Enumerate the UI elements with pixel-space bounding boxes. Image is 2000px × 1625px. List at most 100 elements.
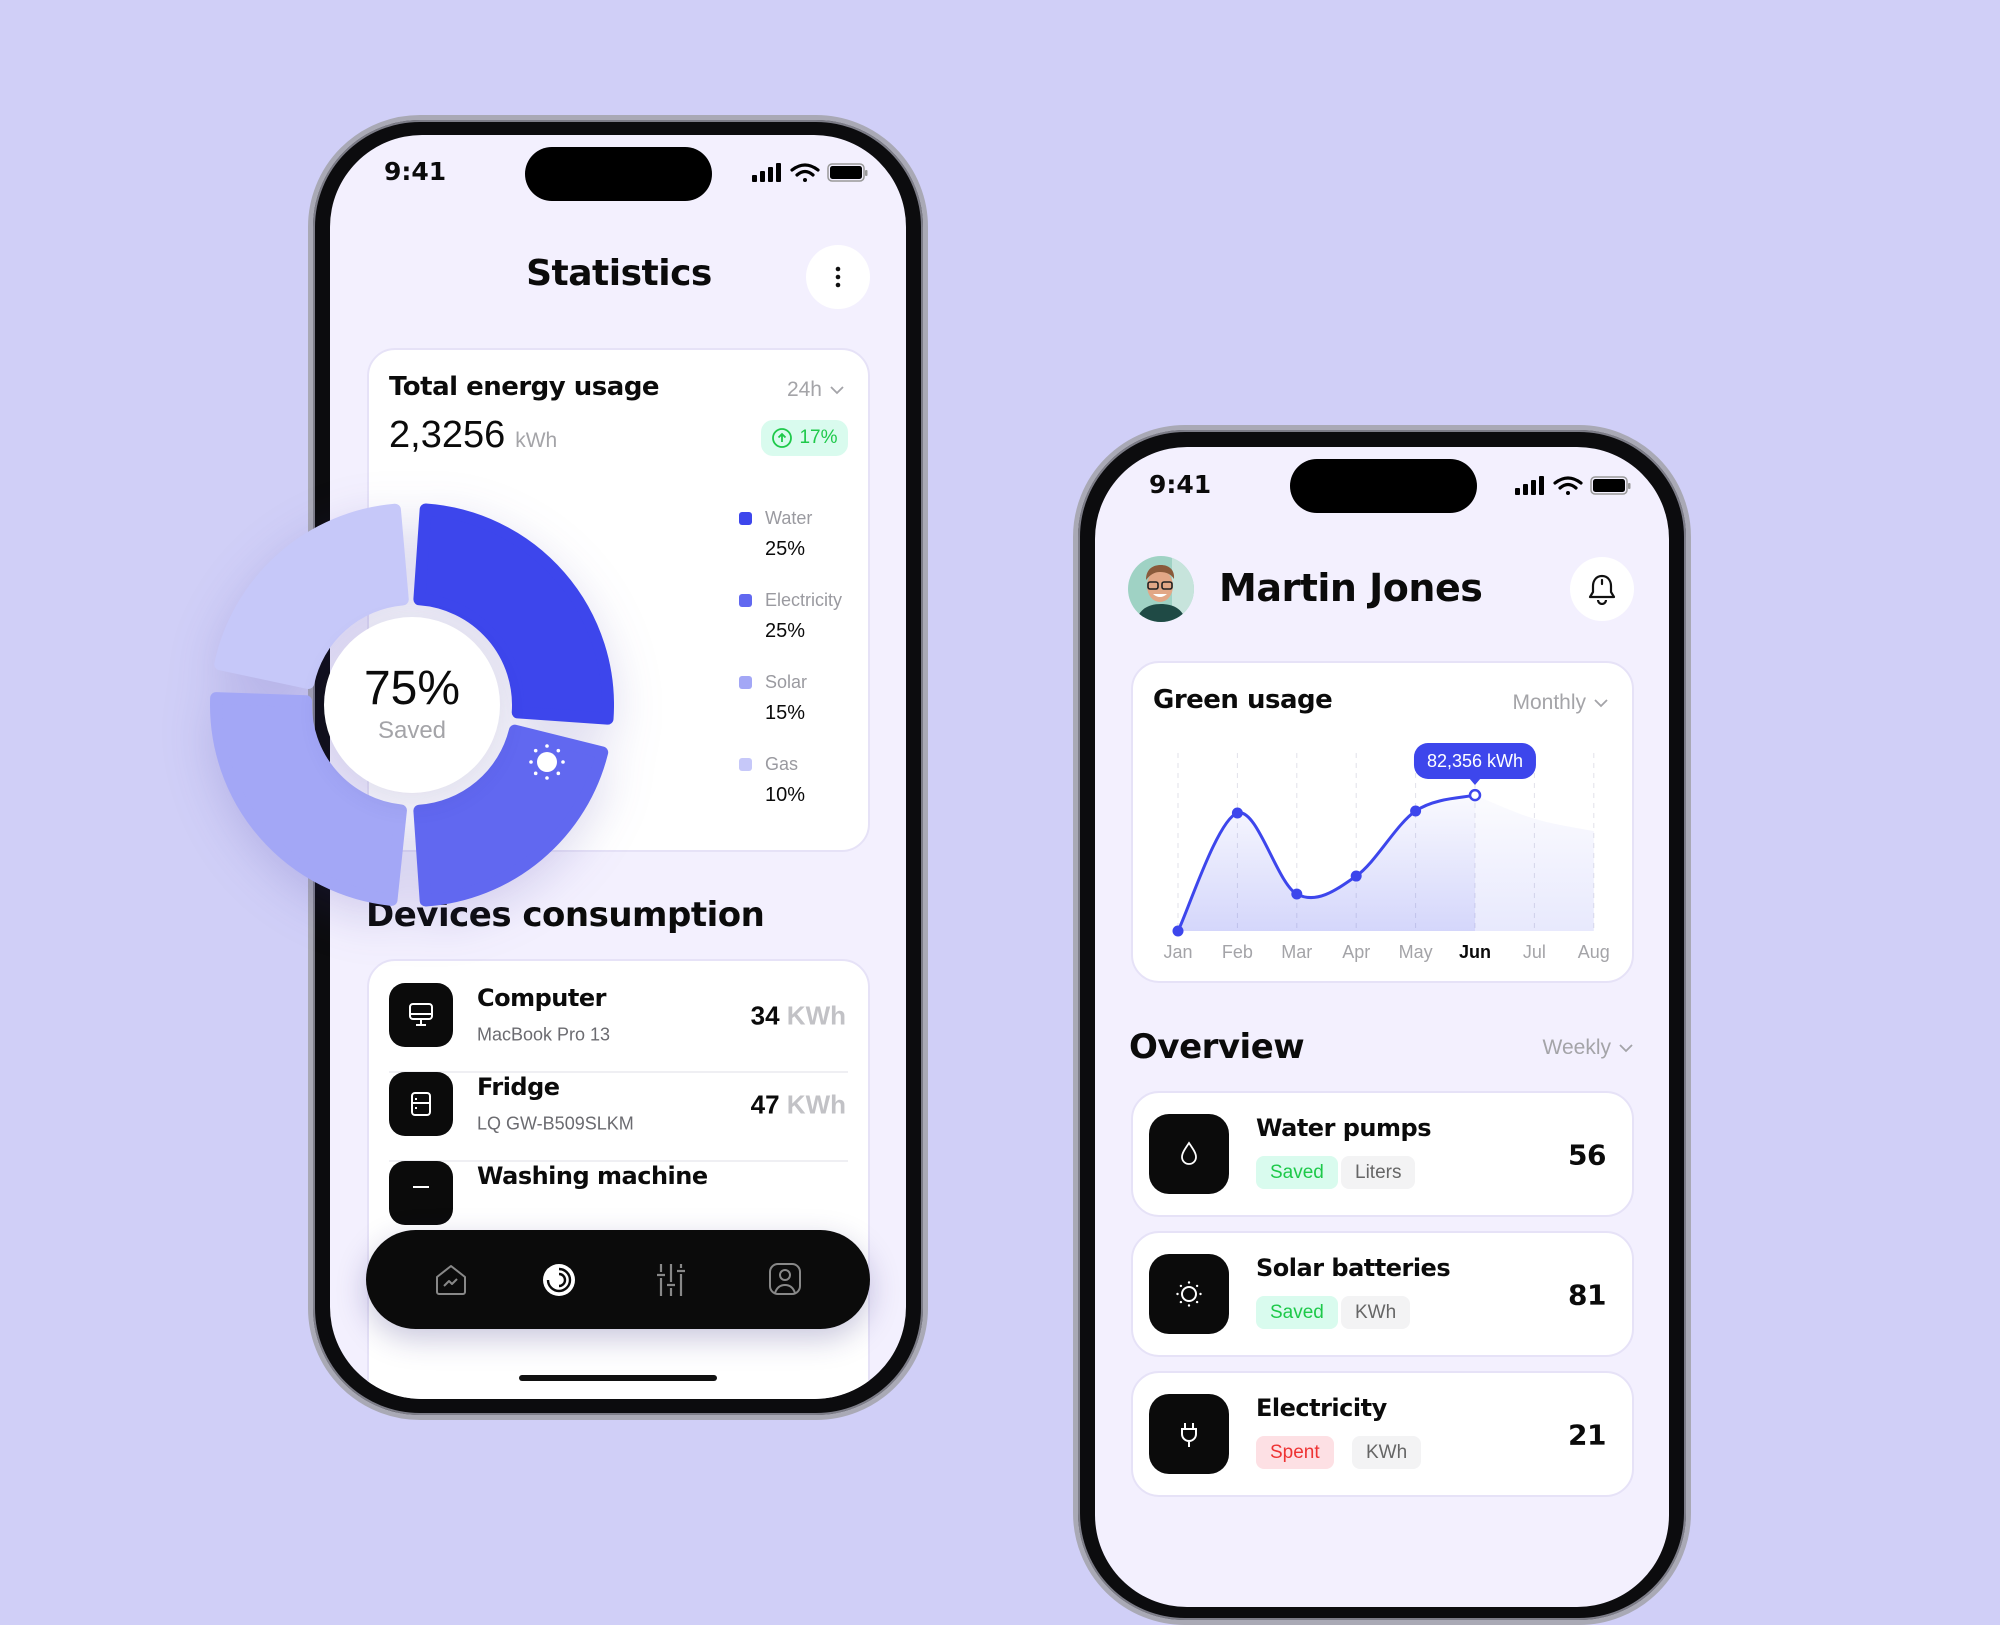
- donut-label: Saved: [377, 717, 447, 744]
- legend-label: Solar: [765, 672, 808, 692]
- overview-item[interactable]: Solar batteries Saved KWh 81: [1131, 1231, 1634, 1357]
- data-point-feb[interactable]: [1231, 807, 1243, 819]
- signal-icon: [1515, 476, 1544, 495]
- overview-icon-box: [1149, 1114, 1229, 1194]
- dynamic-island: [1290, 459, 1477, 513]
- x-tick-label: Jan: [1163, 942, 1192, 962]
- device-icon-box: [389, 1072, 453, 1136]
- more-button[interactable]: [806, 245, 870, 309]
- data-point-mar[interactable]: [1291, 888, 1303, 900]
- devices-card: Computer MacBook Pro 13 34 KWh Fridge LQ G…: [367, 959, 870, 1399]
- sun-icon: [1176, 1281, 1202, 1307]
- chevron-down-icon: [1619, 1043, 1633, 1052]
- overview-value: 21: [1568, 1418, 1606, 1452]
- legend-label: Electricity: [765, 590, 843, 610]
- energy-unit: kWh: [515, 429, 558, 452]
- status-badge: Spent: [1256, 1436, 1334, 1469]
- signal-icon: [752, 163, 781, 182]
- overview-value: 56: [1568, 1138, 1606, 1172]
- tooltip-arrow: [1469, 778, 1481, 786]
- home-indicator: [519, 1375, 717, 1381]
- battery-icon: [1590, 476, 1631, 495]
- overview-title: Overview: [1129, 1027, 1305, 1067]
- device-model: MacBook Pro 13: [477, 1024, 611, 1045]
- period-dropdown[interactable]: 24h: [787, 378, 844, 402]
- overview-name: Water pumps: [1256, 1114, 1432, 1142]
- avatar[interactable]: [1128, 556, 1194, 622]
- unit-badge: KWh: [1352, 1436, 1422, 1469]
- nav-home-chart[interactable]: [434, 1263, 468, 1297]
- data-point-may[interactable]: [1410, 805, 1422, 817]
- home-screen: 9:41 Martin Jones Green usage Monthly Ja…: [1095, 447, 1669, 1607]
- device-name: Fridge: [477, 1073, 560, 1101]
- x-tick-label: Jun: [1459, 942, 1491, 962]
- change-value: 17%: [799, 427, 838, 448]
- tooltip-value: 82,356 kWh: [1426, 750, 1524, 771]
- green-usage-chart: Jan Feb Mar Apr May Jun Jul Aug: [1163, 753, 1610, 962]
- change-badge: 17%: [761, 420, 848, 456]
- wifi-icon: [1553, 476, 1583, 495]
- status-icons: [752, 163, 868, 182]
- energy-value: 2,3256: [389, 414, 506, 456]
- device-value: 47: [750, 1089, 780, 1120]
- overview-item[interactable]: Electricity Spent KWh 21: [1131, 1371, 1634, 1497]
- status-badge: Saved: [1256, 1156, 1338, 1189]
- device-icon-box: [389, 983, 453, 1047]
- chevron-down-icon: [830, 385, 844, 394]
- x-tick-label: Feb: [1222, 942, 1253, 962]
- data-point-jun[interactable]: [1468, 788, 1482, 802]
- legend-label: Water: [765, 508, 813, 528]
- nav-statistics[interactable]: [540, 1261, 578, 1299]
- green-usage-card: Green usage Monthly Jan Feb Mar Apr May Jun Ju…: [1131, 661, 1634, 983]
- home-chart-icon: [436, 1265, 466, 1295]
- plug-icon: [1181, 1423, 1197, 1447]
- legend-value: 10%: [765, 784, 806, 806]
- usage-area: [1178, 795, 1475, 931]
- unit-badge: KWh: [1341, 1296, 1411, 1329]
- overview-icon-box: [1149, 1254, 1229, 1334]
- status-badge: Saved: [1256, 1296, 1338, 1329]
- nav-sliders[interactable]: [656, 1262, 686, 1298]
- energy-card-title: Total energy usage: [389, 372, 660, 402]
- status-icons: [1515, 476, 1631, 495]
- wifi-icon: [790, 163, 820, 182]
- unit-badge: Liters: [1341, 1156, 1416, 1189]
- data-point-apr[interactable]: [1350, 870, 1362, 882]
- bell-icon: [1588, 574, 1616, 605]
- status-time: 9:41: [1149, 470, 1212, 499]
- device-icon-box: [389, 1161, 453, 1225]
- device-model: LQ GW-B509SLKM: [477, 1113, 634, 1134]
- user-name: Martin Jones: [1219, 566, 1483, 610]
- x-tick-label: May: [1399, 942, 1433, 962]
- nav-profile[interactable]: [768, 1262, 802, 1296]
- data-point-jan[interactable]: [1172, 925, 1184, 937]
- overview-icon-box: [1149, 1394, 1229, 1474]
- statistics-icon: [543, 1264, 575, 1296]
- overview-period-dropdown[interactable]: Weekly: [1543, 1036, 1633, 1060]
- x-tick-label: Jul: [1523, 942, 1546, 962]
- legend-value: 15%: [765, 702, 806, 724]
- device-name: Computer: [477, 984, 606, 1012]
- arrow-up-circle-icon: [772, 428, 793, 448]
- donut-center: 75% Saved: [324, 617, 500, 793]
- status-time: 9:41: [384, 157, 447, 186]
- legend-value: 25%: [765, 538, 806, 560]
- battery-icon: [827, 163, 868, 182]
- device-value: 34: [750, 1000, 780, 1031]
- bottom-nav: [366, 1230, 870, 1329]
- legend-value: 25%: [765, 620, 806, 642]
- dynamic-island: [525, 147, 712, 201]
- x-tick-label: Apr: [1342, 942, 1370, 962]
- more-vertical-icon: [835, 266, 841, 288]
- legend-swatch: [739, 512, 752, 525]
- washing-machine-icon: [413, 1186, 429, 1188]
- overview-item[interactable]: Water pumps Saved Liters 56: [1131, 1091, 1634, 1217]
- legend-swatch: [739, 594, 752, 607]
- fridge-icon: [411, 1092, 431, 1116]
- period-value: 24h: [786, 378, 822, 401]
- profile-icon: [769, 1263, 801, 1295]
- device-consumption: 34 KWh: [751, 1001, 846, 1032]
- period-value: Weekly: [1542, 1036, 1611, 1059]
- notifications-button[interactable]: [1570, 557, 1634, 621]
- overview-name: Electricity: [1256, 1394, 1387, 1422]
